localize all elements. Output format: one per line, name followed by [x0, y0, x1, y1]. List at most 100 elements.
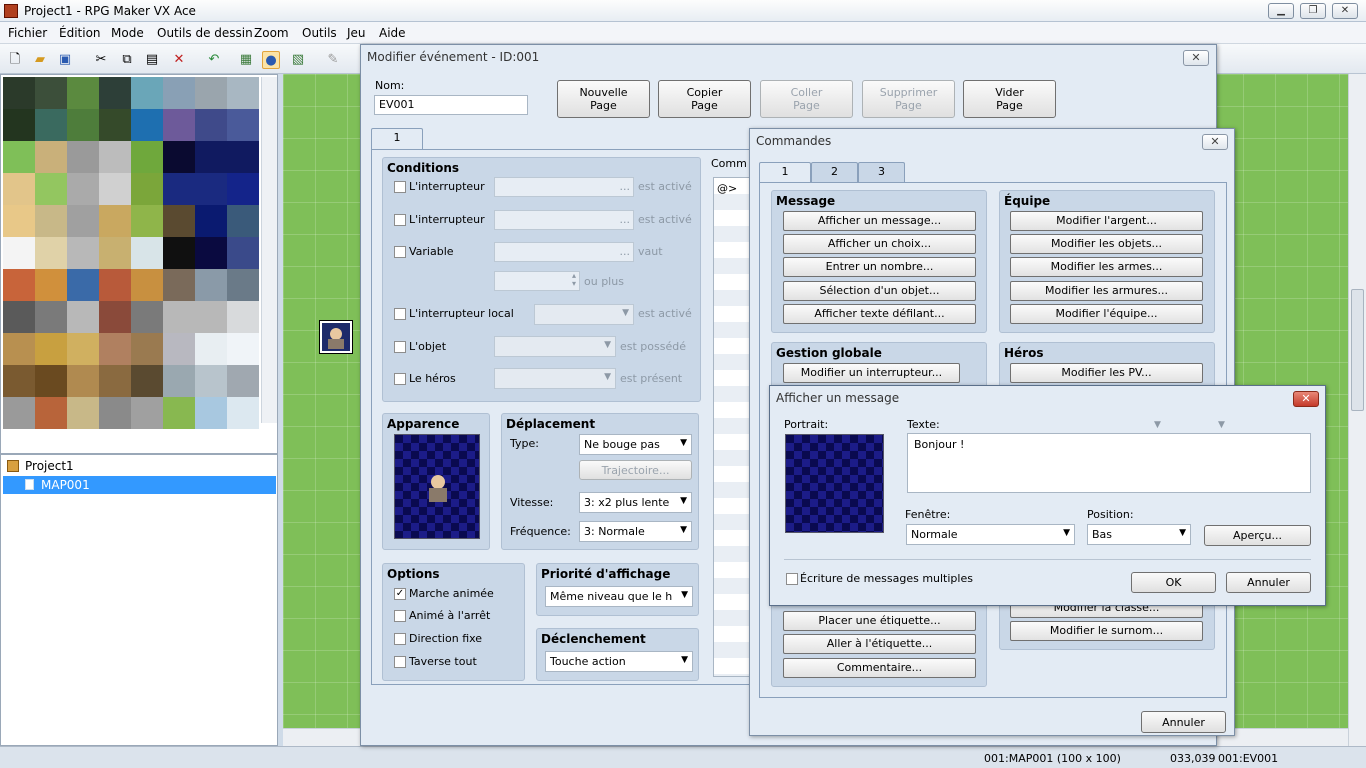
tile-swatch[interactable]	[131, 333, 163, 365]
tile-swatch[interactable]	[163, 109, 195, 141]
messages-multiples-checkbox[interactable]	[786, 573, 798, 585]
save-icon[interactable]: ▣	[56, 51, 74, 69]
tile-swatch[interactable]	[35, 269, 67, 301]
direction-fixe-checkbox[interactable]	[394, 633, 406, 645]
switch1-field[interactable]: ...	[494, 177, 634, 197]
commentaire-button[interactable]: Commentaire...	[783, 658, 976, 678]
tile-swatch[interactable]	[131, 365, 163, 397]
commands-tab-2[interactable]: 2	[811, 162, 858, 182]
ok-button[interactable]: OK	[1131, 572, 1216, 593]
character-graphic[interactable]	[394, 434, 480, 539]
page-tab-1[interactable]: 1	[371, 128, 423, 150]
tile-swatch[interactable]	[195, 205, 227, 237]
texte-dropdown-icon-1[interactable]: ▼	[1154, 420, 1161, 430]
tile-swatch[interactable]	[195, 141, 227, 173]
event-mode-icon[interactable]: ●	[262, 51, 280, 69]
traverse-tout-checkbox[interactable]	[394, 656, 406, 668]
commands-cancel-button[interactable]: Annuler	[1141, 711, 1226, 733]
hero-combo[interactable]: ▼	[494, 368, 616, 389]
tile-swatch[interactable]	[67, 333, 99, 365]
tile-swatch[interactable]	[35, 141, 67, 173]
modifier-armes-button[interactable]: Modifier les armes...	[1010, 257, 1203, 277]
menu-zoom[interactable]: Zoom	[254, 26, 289, 40]
tile-swatch[interactable]	[227, 77, 259, 109]
tile-swatch[interactable]	[195, 77, 227, 109]
menu-outils[interactable]: Outils	[302, 26, 337, 40]
tile-swatch[interactable]	[227, 269, 259, 301]
tile-swatch[interactable]	[99, 365, 131, 397]
portrait-box[interactable]	[785, 434, 884, 533]
tile-swatch[interactable]	[227, 397, 259, 429]
delete-icon[interactable]: ✕	[170, 51, 188, 69]
tile-swatch[interactable]	[163, 333, 195, 365]
tile-swatch[interactable]	[131, 77, 163, 109]
tile-swatch[interactable]	[35, 365, 67, 397]
texte-dropdown-icon-2[interactable]: ▼	[1218, 420, 1225, 430]
tile-swatch[interactable]	[35, 237, 67, 269]
tile-swatch[interactable]	[163, 397, 195, 429]
clear-page-button[interactable]: Vider Page	[963, 80, 1056, 118]
copy-icon[interactable]: ⧉	[118, 51, 136, 69]
tile-swatch[interactable]	[163, 237, 195, 269]
copy-page-button[interactable]: Copier Page	[658, 80, 751, 118]
tile-swatch[interactable]	[131, 109, 163, 141]
modifier-equipe-button[interactable]: Modifier l'équipe...	[1010, 304, 1203, 324]
afficher-message-button[interactable]: Afficher un message...	[783, 211, 976, 231]
delete-page-button[interactable]: Supprimer Page	[862, 80, 955, 118]
tile-swatch[interactable]	[227, 141, 259, 173]
tile-swatch[interactable]	[227, 205, 259, 237]
texte-textarea[interactable]: Bonjour !	[907, 433, 1311, 493]
new-project-icon[interactable]: 🗋	[6, 51, 24, 69]
event-marker[interactable]	[319, 320, 353, 354]
tile-swatch[interactable]	[99, 397, 131, 429]
menu-jeu[interactable]: Jeu	[347, 26, 366, 40]
tile-swatch[interactable]	[131, 397, 163, 429]
tile-swatch[interactable]	[227, 301, 259, 333]
variable-field[interactable]: ...	[494, 242, 634, 262]
tile-swatch[interactable]	[3, 173, 35, 205]
menu-outils-dessin[interactable]: Outils de dessin	[157, 26, 253, 40]
switch2-checkbox[interactable]	[394, 214, 406, 226]
tile-swatch[interactable]	[67, 141, 99, 173]
tile-swatch[interactable]	[3, 333, 35, 365]
tile-swatch[interactable]	[3, 77, 37, 111]
event-dialog-close-button[interactable]: ✕	[1183, 50, 1209, 66]
tile-swatch[interactable]	[163, 205, 195, 237]
pencil-icon[interactable]: ✎	[324, 51, 342, 69]
modifier-argent-button[interactable]: Modifier l'argent...	[1010, 211, 1203, 231]
tile-swatch[interactable]	[131, 301, 163, 333]
texte-defilant-button[interactable]: Afficher texte défilant...	[783, 304, 976, 324]
menu-fichier[interactable]: Fichier	[8, 26, 47, 40]
tile-swatch[interactable]	[99, 141, 131, 173]
tile-swatch[interactable]	[131, 141, 163, 173]
tile-swatch[interactable]	[67, 205, 99, 237]
tile-swatch[interactable]	[163, 269, 195, 301]
tile-swatch[interactable]	[195, 397, 227, 429]
tile-swatch[interactable]	[163, 301, 195, 333]
tile-swatch[interactable]	[67, 77, 99, 109]
fenetre-combo[interactable]: Normale ▼	[906, 524, 1075, 545]
maximize-button[interactable]: ❐	[1300, 3, 1326, 19]
undo-icon[interactable]: ↶	[205, 51, 223, 69]
tile-swatch[interactable]	[99, 205, 131, 237]
apercu-button[interactable]: Aperçu...	[1204, 525, 1311, 546]
paste-page-button[interactable]: Coller Page	[760, 80, 853, 118]
menu-aide[interactable]: Aide	[379, 26, 406, 40]
modifier-surnom-button[interactable]: Modifier le surnom...	[1010, 621, 1203, 641]
tile-swatch[interactable]	[227, 173, 259, 205]
tile-swatch[interactable]	[35, 205, 67, 237]
tile-swatch[interactable]	[195, 173, 227, 205]
tile-swatch[interactable]	[3, 109, 35, 141]
tile-swatch[interactable]	[131, 269, 163, 301]
local-switch-checkbox[interactable]	[394, 308, 406, 320]
tile-swatch[interactable]	[227, 333, 259, 365]
declenchement-combo[interactable]: Touche action ▼	[545, 651, 693, 672]
open-project-icon[interactable]: ▰	[31, 51, 49, 69]
commands-list[interactable]: @>	[713, 177, 753, 677]
tile-swatch[interactable]	[67, 173, 99, 205]
commands-tab-1[interactable]: 1	[759, 162, 811, 184]
commands-first-line[interactable]: @>	[717, 182, 737, 195]
tile-swatch[interactable]	[99, 301, 131, 333]
switch1-checkbox[interactable]	[394, 181, 406, 193]
tile-swatch[interactable]	[99, 237, 131, 269]
